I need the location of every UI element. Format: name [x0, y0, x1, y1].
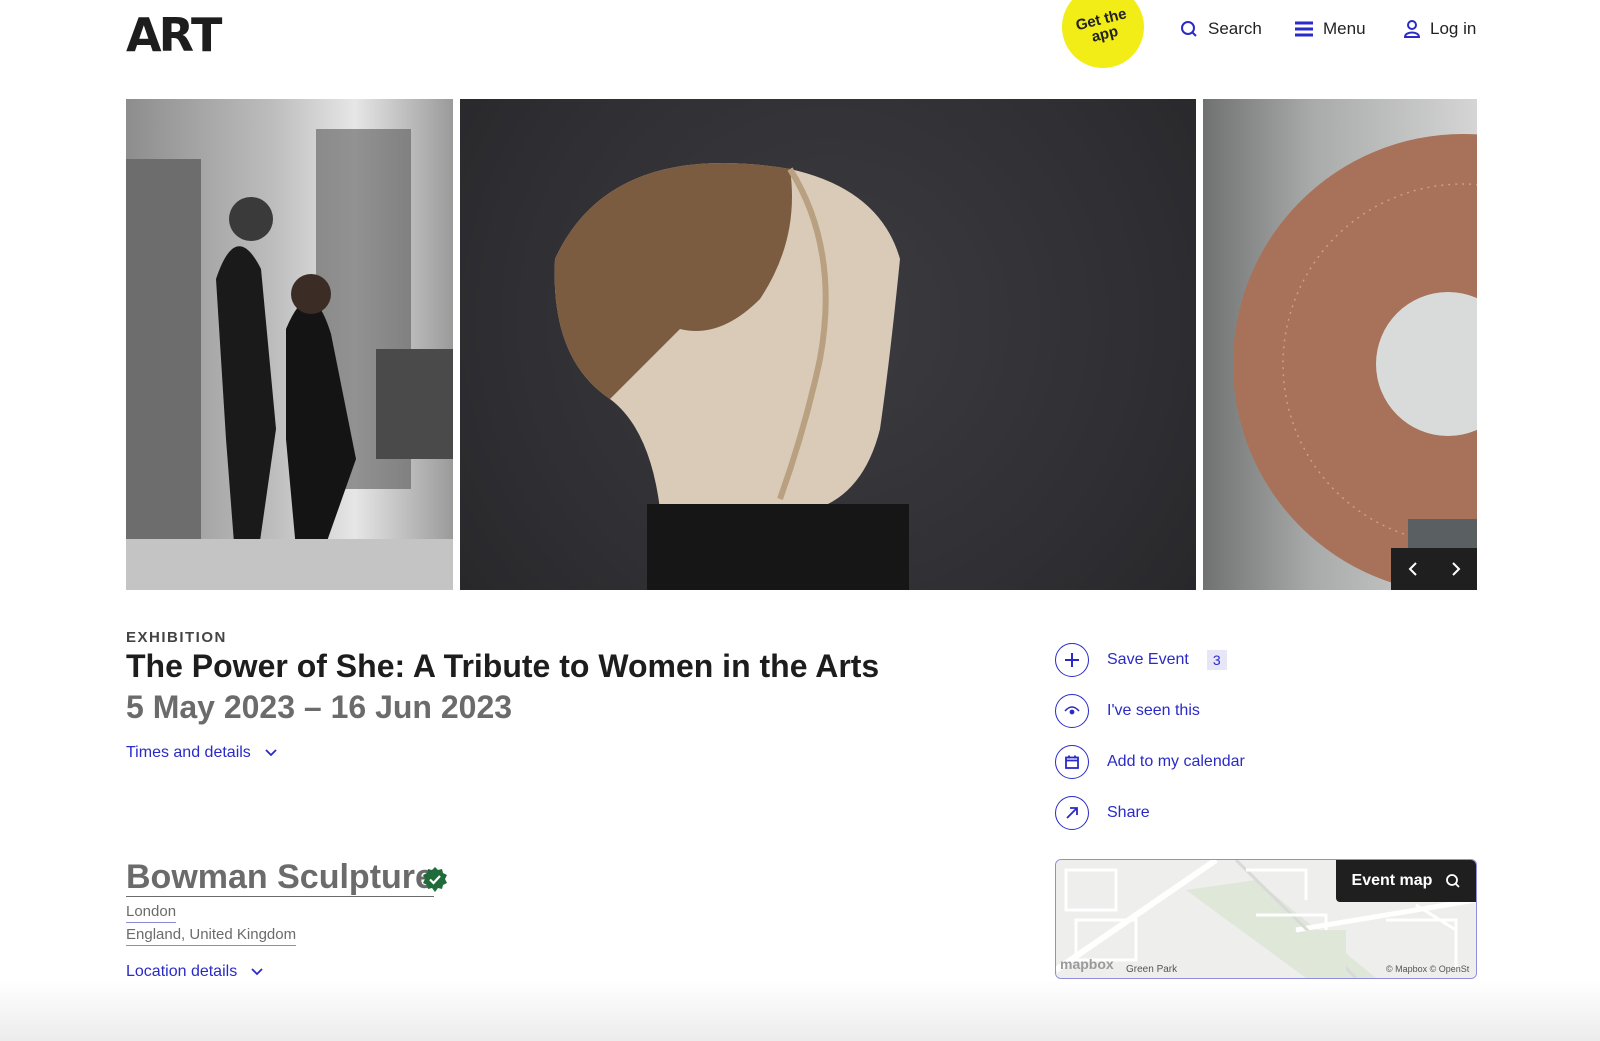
map-place-label: Green Park: [1126, 964, 1178, 975]
search-icon: [1446, 874, 1461, 888]
chevron-left-icon: [1408, 562, 1417, 576]
gallery-next-button[interactable]: [1434, 548, 1477, 590]
menu-icon: [1295, 21, 1313, 37]
event-map-label: Event map: [1351, 872, 1433, 889]
venue-city-link[interactable]: London: [126, 902, 177, 923]
plus-icon: [1055, 643, 1089, 677]
times-details-toggle[interactable]: Times and details: [126, 744, 277, 762]
save-event-label: Save Event: [1107, 651, 1189, 668]
image-gallery[interactable]: [126, 99, 1477, 590]
search-icon: [1181, 21, 1197, 37]
gallery-image-sculpture-head[interactable]: [460, 99, 1196, 590]
seen-this-label: I've seen this: [1107, 702, 1200, 719]
calendar-icon: [1055, 745, 1089, 779]
event-map-button[interactable]: Event map: [1336, 860, 1476, 902]
event-dates: 5 May 2023 – 16 Jun 2023: [126, 689, 513, 725]
bottom-fade: [0, 980, 1600, 1041]
location-details-toggle[interactable]: Location details: [126, 963, 263, 981]
venue-name-link[interactable]: Bowman Sculpture: [126, 858, 434, 897]
location-details-label: Location details: [126, 963, 238, 980]
search-label: Search: [1208, 19, 1262, 38]
chevron-down-icon: [265, 749, 277, 757]
event-map[interactable]: Event map mapbox Green Park © Mapbox © O…: [1055, 859, 1477, 979]
menu-label: Menu: [1323, 19, 1366, 38]
login-label: Log in: [1430, 19, 1477, 38]
search-button[interactable]: Search: [1180, 18, 1262, 40]
verified-badge-icon: [421, 866, 449, 899]
login-button[interactable]: Log in: [1404, 18, 1476, 40]
gallery-image-portrait[interactable]: [126, 99, 453, 590]
seen-this-button[interactable]: I've seen this: [1055, 694, 1200, 728]
art-logo[interactable]: ARТ: [126, 8, 222, 62]
event-title: The Power of She: A Tribute to Women in …: [126, 648, 880, 684]
get-the-app-badge[interactable]: Get the app: [1053, 0, 1153, 77]
times-details-label: Times and details: [126, 744, 251, 761]
user-icon: [1404, 20, 1420, 38]
chevron-right-icon: [1451, 562, 1460, 576]
gallery-prev-button[interactable]: [1391, 548, 1434, 590]
mapbox-logo[interactable]: mapbox: [1060, 956, 1114, 972]
add-calendar-button[interactable]: Add to my calendar: [1055, 745, 1245, 779]
share-label: Share: [1107, 804, 1150, 821]
save-event-button[interactable]: Save Event 3: [1055, 643, 1227, 677]
add-calendar-label: Add to my calendar: [1107, 753, 1245, 770]
event-kind-label: EXHIBITION: [126, 629, 227, 646]
get-the-app-label: Get the app: [1074, 5, 1129, 46]
map-attribution[interactable]: © Mapbox © OpenSt: [1386, 964, 1469, 974]
menu-button[interactable]: Menu: [1295, 18, 1366, 40]
chevron-down-icon: [251, 968, 263, 976]
share-button[interactable]: Share: [1055, 796, 1150, 830]
venue-region-link[interactable]: England, United Kingdom: [126, 925, 297, 946]
gallery-image-copper-disc[interactable]: [1203, 99, 1477, 590]
share-arrow-icon: [1055, 796, 1089, 830]
eye-icon: [1055, 694, 1089, 728]
save-count-badge: 3: [1206, 650, 1227, 670]
